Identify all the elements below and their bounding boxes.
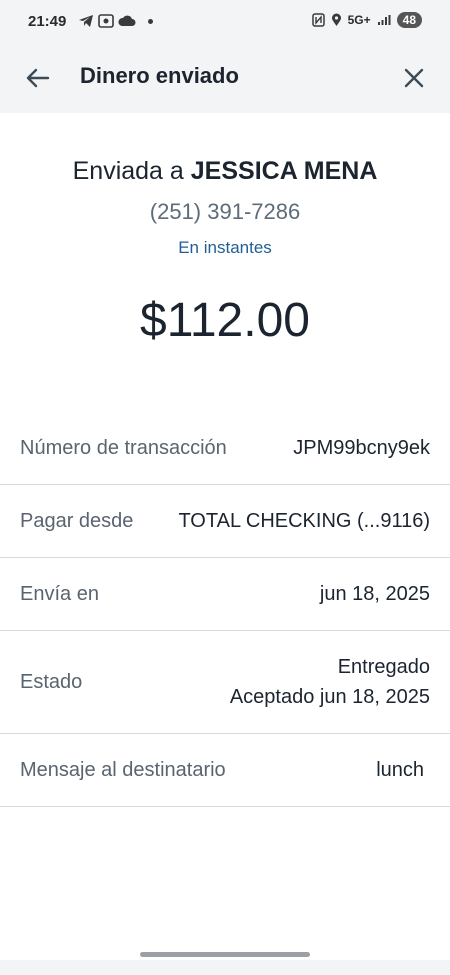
cloud-icon: [118, 15, 136, 26]
sent-to-prefix: Enviada a: [72, 157, 184, 185]
status-accepted-date: Aceptado jun 18, 2025: [229, 686, 430, 708]
transaction-number-value: JPM99bcny9ek: [293, 436, 430, 459]
screenshot-icon: [98, 14, 114, 28]
status-time: 21:49: [28, 13, 67, 30]
details-list: Número de transacción JPM99bcny9ek Pagar…: [0, 412, 450, 807]
transaction-number-label: Número de transacción: [20, 436, 227, 459]
app-bar: Dinero enviado: [0, 44, 450, 113]
page-title: Dinero enviado: [80, 63, 239, 88]
status-delivered: Entregado: [337, 656, 430, 678]
location-icon: [331, 13, 341, 26]
recipient-name: JESSICA MENA: [190, 157, 378, 185]
nfc-icon: [311, 13, 325, 27]
sent-to-line: Enviada a JESSICA MENA: [0, 157, 450, 186]
home-indicator[interactable]: [140, 952, 310, 957]
send-on-label: Envía en: [20, 582, 99, 605]
status-right: 5G+ 48: [311, 12, 422, 28]
transaction-number-row: Número de transacción JPM99bcny9ek: [0, 412, 450, 485]
status-value: Entregado Aceptado jun 18, 2025: [230, 652, 430, 712]
pay-from-label: Pagar desde: [20, 509, 134, 532]
recipient-phone: (251) 391-7286: [149, 199, 301, 224]
send-on-row: Envía en jun 18, 2025: [0, 558, 450, 631]
message-row: Mensaje al destinatario lunch: [0, 734, 450, 807]
close-icon[interactable]: [400, 64, 428, 92]
navigation-bar: [0, 960, 450, 975]
back-arrow-icon[interactable]: [24, 64, 52, 92]
message-value: lunch: [376, 758, 424, 781]
delivery-timing: En instantes: [178, 238, 272, 257]
status-bar: 21:49 5G+ 48: [0, 0, 450, 44]
message-label: Mensaje al destinatario: [20, 758, 226, 781]
send-on-value: jun 18, 2025: [319, 582, 430, 605]
signal-icon: [377, 15, 391, 25]
transfer-amount: $112.00: [140, 294, 310, 347]
telegram-icon: [79, 15, 93, 27]
status-row: Estado Entregado Aceptado jun 18, 2025: [0, 631, 450, 734]
pay-from-value: TOTAL CHECKING (...9116): [178, 509, 430, 532]
notification-icons: [78, 14, 153, 28]
network-type: 5G+: [347, 13, 371, 27]
status-label: Estado: [20, 670, 83, 693]
pay-from-row: Pagar desde TOTAL CHECKING (...9116): [0, 485, 450, 558]
battery-icon: 48: [396, 12, 422, 28]
more-notifications-dot: [148, 18, 153, 24]
